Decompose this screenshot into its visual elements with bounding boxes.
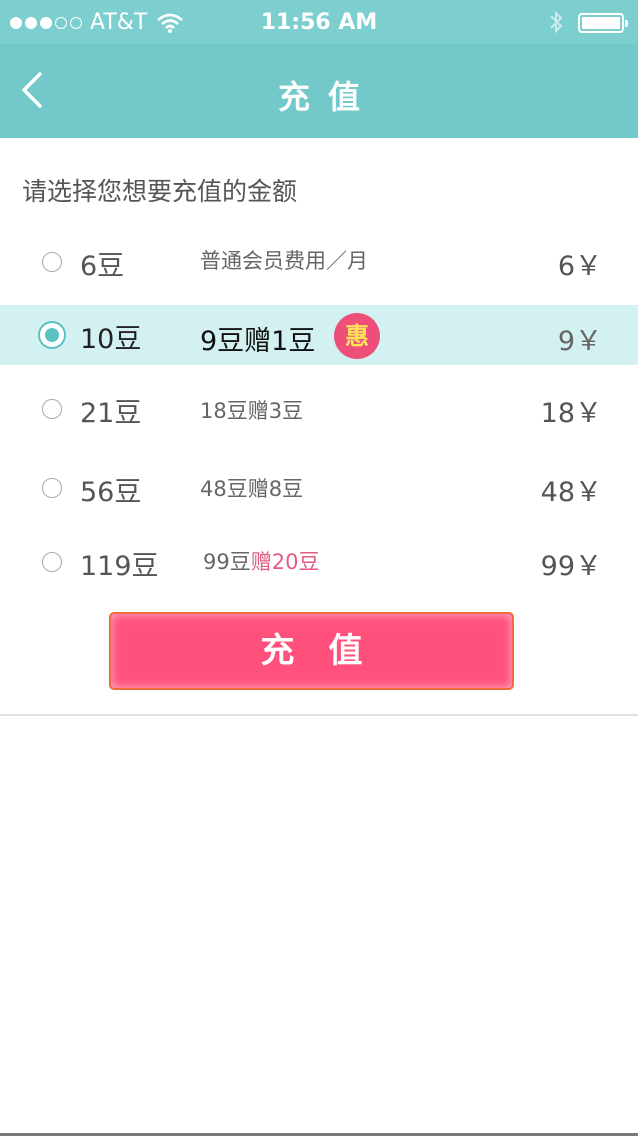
discount-badge: 惠 [334, 313, 380, 359]
divider [0, 714, 638, 716]
recharge-option-56[interactable]: 56豆 48豆赠8豆 48￥ [0, 457, 638, 517]
recharge-option-119[interactable]: 119豆 99豆赠20豆 99￥ [0, 531, 638, 591]
status-time: 11:56 AM [260, 10, 378, 35]
nav-bar: 充值 [0, 44, 638, 138]
radio-button[interactable] [42, 252, 62, 272]
radio-button[interactable] [42, 399, 62, 419]
option-price: 18￥ [540, 398, 602, 429]
option-amount: 56豆 [80, 477, 142, 508]
option-description: 9豆赠1豆 [200, 326, 316, 357]
option-price: 48￥ [540, 477, 602, 508]
option-price: 99￥ [540, 551, 602, 582]
option-amount: 119豆 [80, 551, 159, 582]
bluetooth-icon [550, 10, 563, 34]
recharge-option-10[interactable]: 10豆 9豆赠1豆 惠 9￥ [0, 305, 638, 365]
option-description: 普通会员费用／月 [200, 249, 368, 273]
option-description-gift: 赠20豆 [250, 550, 320, 574]
option-price: 9￥ [557, 326, 602, 357]
option-amount: 6豆 [80, 251, 125, 282]
battery-icon [578, 13, 628, 33]
recharge-option-21[interactable]: 21豆 18豆赠3豆 18￥ [0, 378, 638, 438]
option-description: 18豆赠3豆 [200, 399, 304, 423]
radio-button-selected[interactable] [38, 321, 66, 349]
option-price: 6￥ [557, 251, 602, 282]
option-description: 48豆赠8豆 [200, 477, 304, 501]
option-description: 99豆赠20豆 [203, 546, 319, 576]
amount-prompt: 请选择您想要充值的金额 [22, 177, 298, 206]
recharge-option-6[interactable]: 6豆 普通会员费用／月 6￥ [0, 231, 638, 291]
option-amount: 21豆 [80, 398, 142, 429]
option-amount: 10豆 [80, 324, 142, 355]
radio-button[interactable] [42, 478, 62, 498]
status-bar: AT&T 11:56 AM [0, 0, 638, 44]
radio-button[interactable] [42, 552, 62, 572]
option-description-base: 99豆 [203, 550, 251, 574]
recharge-submit-button[interactable]: 充值 [109, 612, 514, 690]
page-title: 充值 [277, 78, 378, 116]
